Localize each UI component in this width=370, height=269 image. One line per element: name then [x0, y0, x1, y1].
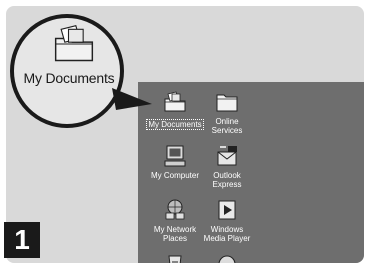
online-services-folder-icon	[216, 94, 238, 112]
desktop-icon-windows-media-player[interactable]: Windows Media Player	[192, 198, 262, 243]
magnified-label: My Documents	[23, 70, 115, 86]
my-documents-folder-icon	[164, 91, 186, 112]
step-number-badge: 1	[4, 222, 40, 258]
magnifier-circle: My Documents	[10, 14, 124, 128]
desktop-area: My Documents Online Services My Computer	[138, 82, 364, 263]
desktop-icon-label: Online Services	[211, 117, 243, 135]
recycle-bin-icon	[168, 255, 182, 263]
internet-explorer-icon	[218, 255, 236, 263]
my-computer-icon	[164, 145, 186, 167]
desktop-icon-label: Outlook Express	[212, 171, 242, 189]
desktop-icon-outlook-express[interactable]: Outlook Express	[192, 144, 262, 189]
outlook-express-icon	[217, 146, 237, 166]
illustration-frame: My Documents Online Services My Computer	[6, 6, 364, 263]
my-documents-folder-icon	[54, 25, 94, 62]
my-network-places-icon	[165, 199, 185, 220]
desktop-icon-internet-explorer[interactable]	[192, 252, 262, 263]
desktop-icon-label: Windows Media Player	[203, 225, 251, 243]
windows-media-player-icon	[218, 200, 236, 220]
desktop-icon-online-services[interactable]: Online Services	[192, 90, 262, 135]
